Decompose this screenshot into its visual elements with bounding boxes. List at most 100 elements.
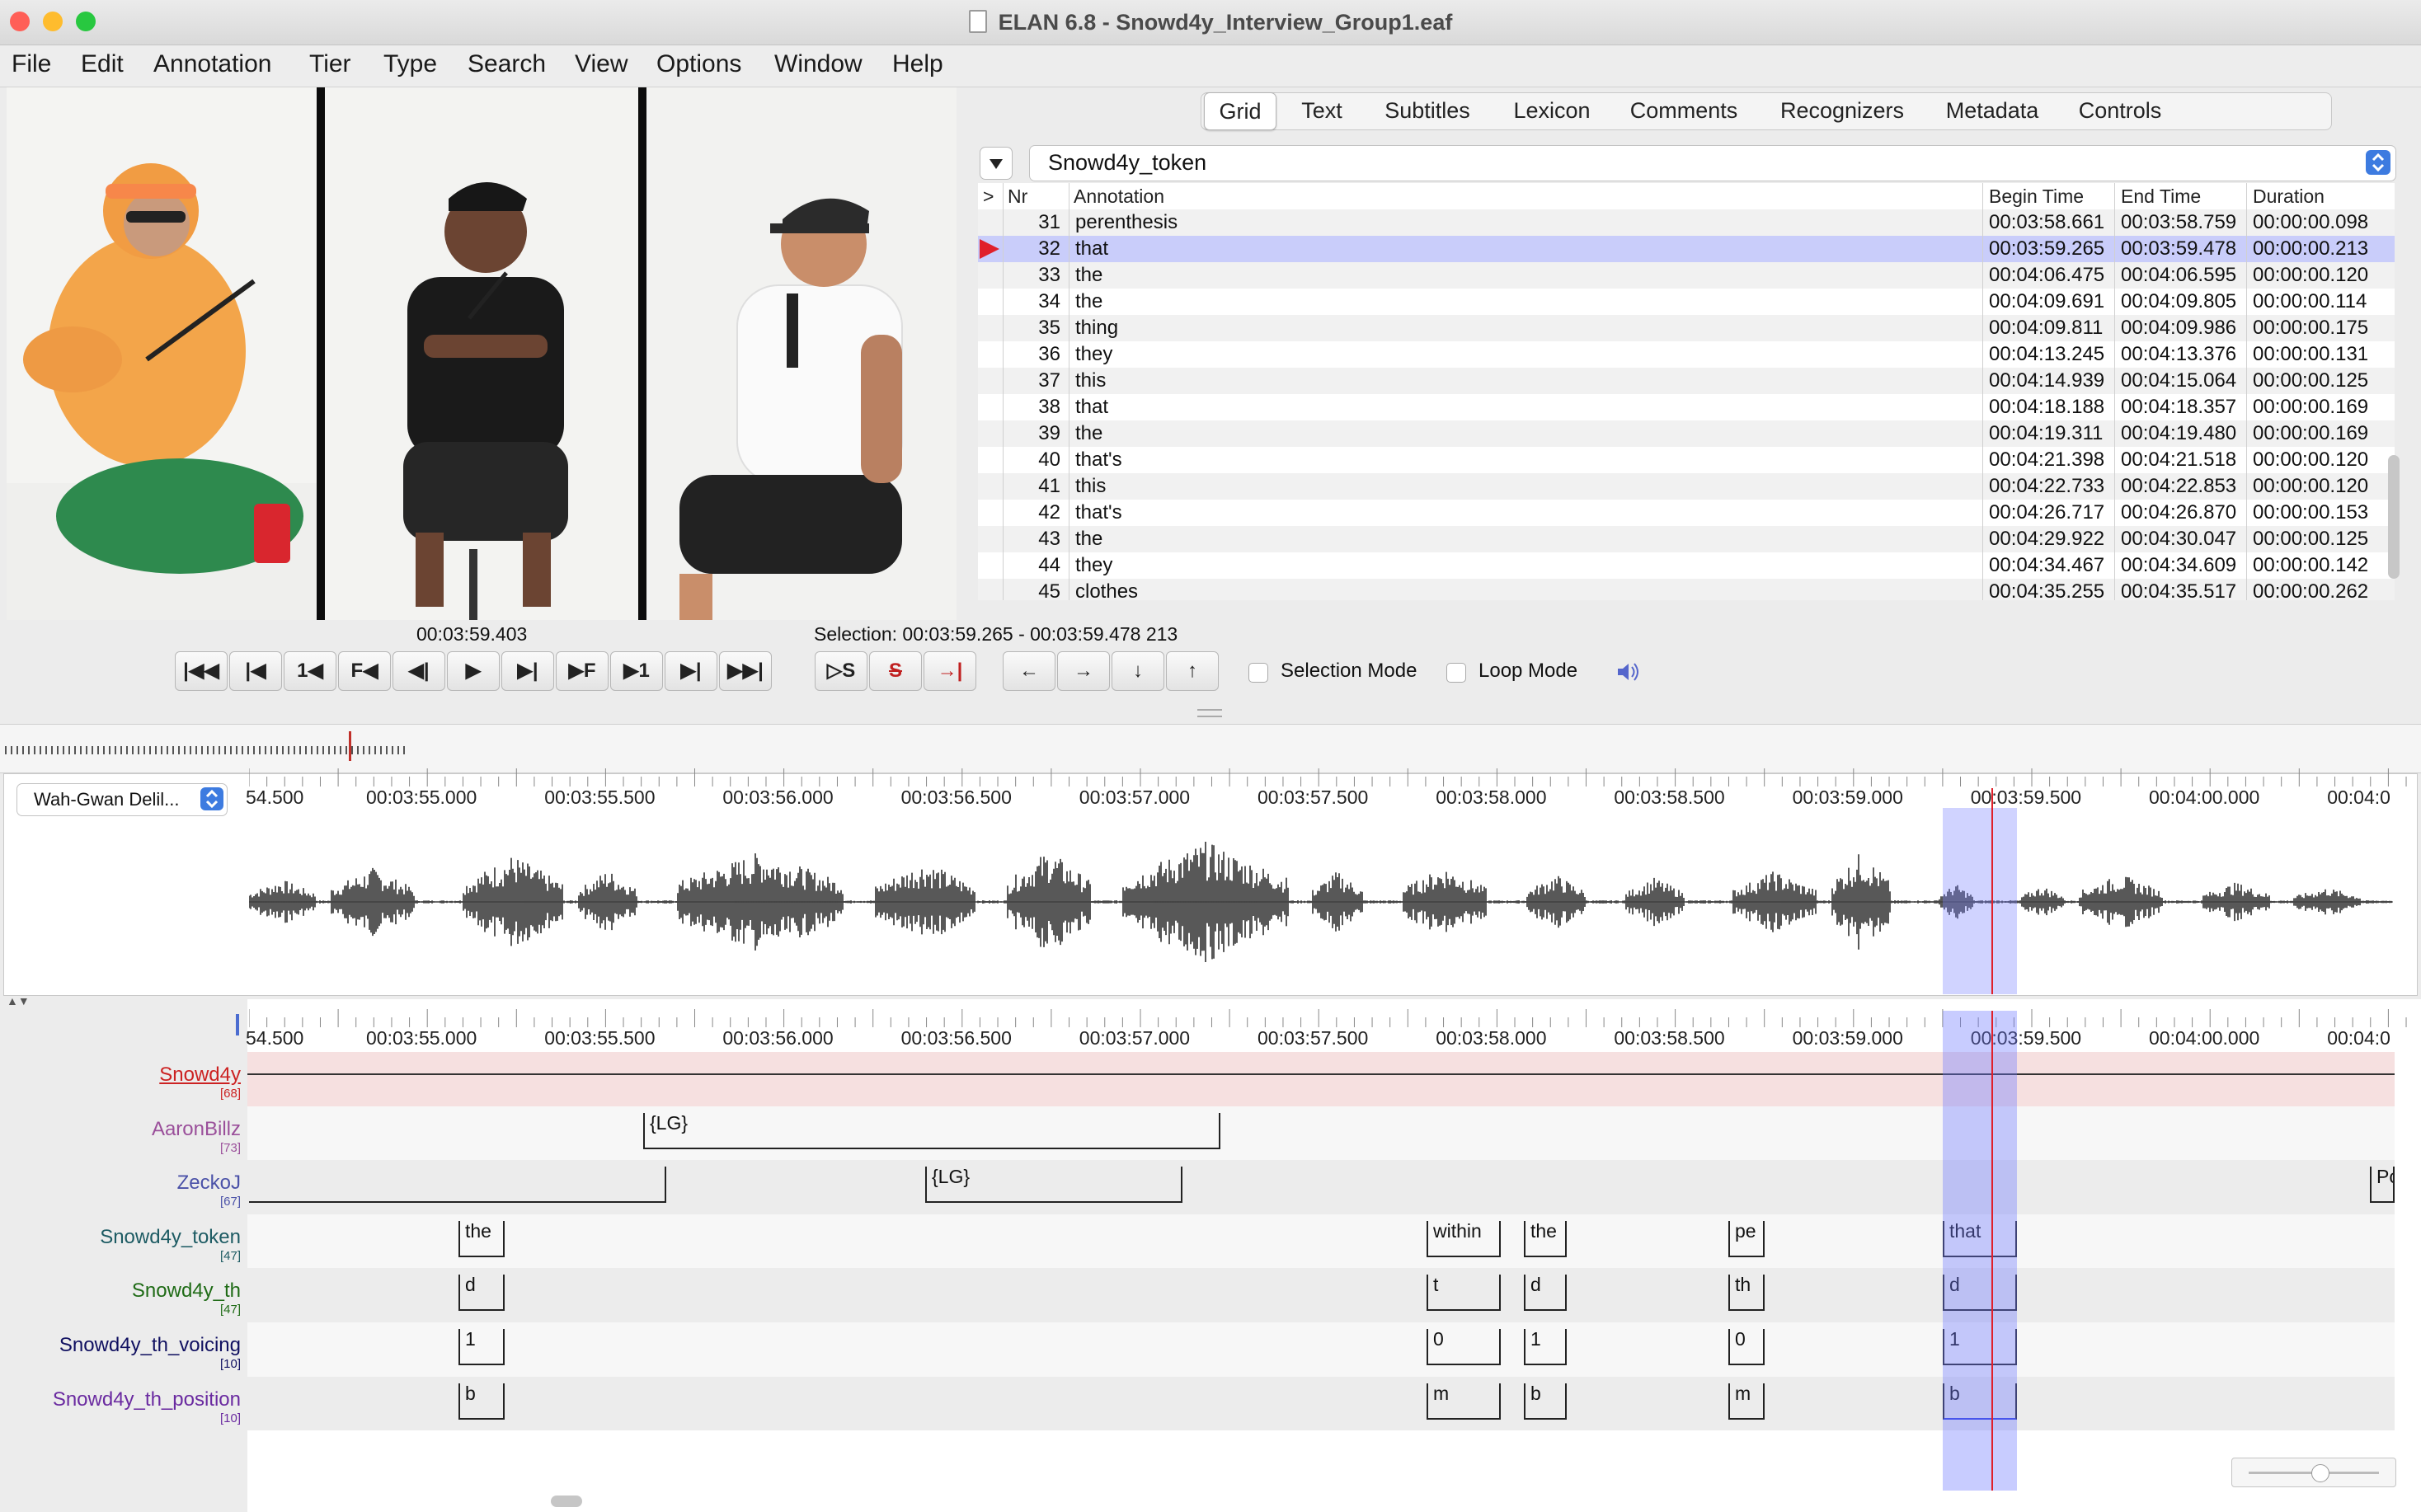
table-row[interactable]: 38 that 00:04:18.188 00:04:18.357 00:00:00.1…	[978, 394, 2395, 420]
tab-text[interactable]: Text	[1283, 92, 1361, 129]
tier-up-button[interactable]: ↑	[1166, 651, 1219, 691]
tab-comments[interactable]: Comments	[1616, 92, 1751, 129]
video-viewer[interactable]	[7, 87, 957, 620]
column-header-marker[interactable]: >	[983, 183, 994, 209]
table-row[interactable]: 33 the 00:04:06.475 00:04:06.595 00:00:00.12…	[978, 262, 2395, 289]
tier-name-label[interactable]: Snowd4y_token	[100, 1226, 241, 1249]
column-header-annotation[interactable]: Annotation	[1074, 183, 1164, 209]
annotation-block[interactable]: the	[458, 1220, 505, 1257]
annotation-block[interactable]: 0	[1728, 1329, 1765, 1365]
zoom-slider-knob[interactable]	[2311, 1464, 2329, 1482]
column-header-duration[interactable]: Duration	[2253, 183, 2325, 209]
menu-file[interactable]: File	[12, 50, 51, 78]
tier-row[interactable]	[247, 1214, 2395, 1269]
annotation-block[interactable]	[249, 1167, 666, 1204]
play-selection-button[interactable]: ▷S	[815, 651, 867, 691]
selection-mode-checkbox[interactable]	[1248, 663, 1268, 683]
annotation-block[interactable]: {LG}	[925, 1167, 1182, 1204]
annotation-block[interactable]: 1	[458, 1329, 505, 1365]
tier-row[interactable]	[247, 1268, 2395, 1322]
menu-search[interactable]: Search	[468, 50, 546, 78]
grid-options-button[interactable]	[980, 147, 1013, 180]
annotation-block[interactable]: {LG}	[643, 1112, 1220, 1149]
table-row[interactable]: 34 the 00:04:09.691 00:04:09.805 00:00:00.11…	[978, 289, 2395, 315]
tier-name-label[interactable]: ZeckoJ	[177, 1172, 241, 1195]
media-file-select[interactable]: Wah-Gwan Delil...	[16, 783, 228, 816]
go-to-begin-button[interactable]: |◀◀	[175, 651, 228, 691]
annotation-block[interactable]: d	[1524, 1275, 1567, 1312]
volume-icon[interactable]	[1615, 660, 1641, 688]
table-row[interactable]: 42 that's 00:04:26.717 00:04:26.870 00:00:00…	[978, 500, 2395, 526]
annotation-block[interactable]: 1	[1524, 1329, 1567, 1365]
tab-subtitles[interactable]: Subtitles	[1367, 92, 1488, 129]
timeline-horizontal-scrollbar-thumb[interactable]	[551, 1496, 582, 1507]
table-row[interactable]: 36 they 00:04:13.245 00:04:13.376 00:00:00.1…	[978, 341, 2395, 368]
grid-tier-select[interactable]: Snowd4y_token	[1029, 145, 2396, 181]
menu-view[interactable]: View	[575, 50, 628, 78]
column-header-nr[interactable]: Nr	[1008, 183, 1027, 209]
tier-name-label[interactable]: Snowd4y_th	[132, 1280, 241, 1303]
tab-controls[interactable]: Controls	[2058, 92, 2182, 129]
tab-metadata[interactable]: Metadata	[1933, 92, 2052, 129]
tier-down-button[interactable]: ↓	[1112, 651, 1164, 691]
previous-scrollview-button[interactable]: |◀	[229, 651, 282, 691]
table-row[interactable]: 31 perenthesis 00:03:58.661 00:03:58.759 00:…	[978, 209, 2395, 236]
column-header-begin-time[interactable]: Begin Time	[1989, 183, 2084, 209]
menu-window[interactable]: Window	[774, 50, 863, 78]
table-row[interactable]: 37 this 00:04:14.939 00:04:15.064 00:00:00.1…	[978, 368, 2395, 394]
table-row[interactable]: 40 that's 00:04:21.398 00:04:21.518 00:00:00…	[978, 447, 2395, 473]
loop-mode-checkbox[interactable]	[1446, 663, 1466, 683]
grid-scrollbar-thumb[interactable]	[2388, 455, 2400, 579]
annotation-block[interactable]: b	[458, 1383, 505, 1420]
table-row[interactable]: 45 clothes 00:04:35.255 00:04:35.517 00:00:0…	[978, 579, 2395, 600]
go-to-end-button[interactable]: ▶▶|	[719, 651, 772, 691]
menu-annotation[interactable]: Annotation	[153, 50, 271, 78]
column-header-end-time[interactable]: End Time	[2121, 183, 2201, 209]
annotation-block[interactable]: Pc	[2370, 1167, 2395, 1204]
tab-lexicon[interactable]: Lexicon	[1494, 92, 1610, 129]
tab-recognizers[interactable]: Recognizers	[1760, 92, 1925, 129]
annotation-block[interactable]: b	[1524, 1383, 1567, 1420]
table-row[interactable]: 39 the 00:04:19.311 00:04:19.480 00:00:00.16…	[978, 420, 2395, 447]
annotation-block[interactable]: m	[1728, 1383, 1765, 1420]
timeline-zoom-slider[interactable]	[2231, 1458, 2396, 1487]
tier-name-label[interactable]: AaronBillz	[152, 1118, 241, 1141]
table-row[interactable]: 44 they 00:04:34.467 00:04:34.609 00:00:00.1…	[978, 552, 2395, 579]
previous-frame-button[interactable]: F◀	[338, 651, 391, 691]
tier-row[interactable]	[247, 1052, 2395, 1106]
tier-name-label[interactable]: Snowd4y	[159, 1064, 241, 1087]
annotation-block[interactable]: pe	[1728, 1220, 1765, 1257]
menu-edit[interactable]: Edit	[81, 50, 124, 78]
next-scrollview-button[interactable]: ▶|	[665, 651, 717, 691]
menu-tier[interactable]: Tier	[309, 50, 351, 78]
tier-row[interactable]	[247, 1322, 2395, 1377]
annotation-block[interactable]: within	[1427, 1220, 1501, 1257]
table-row[interactable]: 43 the 00:04:29.922 00:04:30.047 00:00:00.12…	[978, 526, 2395, 552]
next-second-button[interactable]: ▶1	[610, 651, 663, 691]
table-row[interactable]: 41 this 00:04:22.733 00:04:22.853 00:00:00.1…	[978, 473, 2395, 500]
next-pixel-button[interactable]: ▶|	[501, 651, 554, 691]
previous-pixel-button[interactable]: ◀|	[393, 651, 445, 691]
tier-name-label[interactable]: Snowd4y_th_voicing	[59, 1334, 241, 1357]
tier-row[interactable]	[247, 1376, 2395, 1431]
menu-help[interactable]: Help	[892, 50, 943, 78]
tier-row[interactable]	[247, 1106, 2395, 1161]
collapse-arrows-icon[interactable]: ▲▼	[7, 994, 30, 1007]
clear-selection-button[interactable]: S	[869, 651, 922, 691]
annotation-block[interactable]: t	[1427, 1275, 1501, 1312]
annotation-block[interactable]: th	[1728, 1275, 1765, 1312]
menu-type[interactable]: Type	[383, 50, 437, 78]
table-row[interactable]: 32 that 00:03:59.265 00:03:59.478 00:00:00.2…	[978, 236, 2395, 262]
selection-boundary-button[interactable]: →|	[924, 651, 976, 691]
overview-cursor[interactable]	[349, 731, 351, 761]
annotation-block[interactable]: m	[1427, 1383, 1501, 1420]
next-frame-button[interactable]: ▶F	[556, 651, 609, 691]
tab-grid[interactable]: Grid	[1204, 92, 1276, 130]
previous-second-button[interactable]: 1◀	[284, 651, 336, 691]
menu-options[interactable]: Options	[656, 50, 741, 78]
tier-name-label[interactable]: Snowd4y_th_position	[53, 1388, 241, 1411]
annotation-block[interactable]: d	[458, 1275, 505, 1312]
annotation-block[interactable]: 0	[1427, 1329, 1501, 1365]
previous-annotation-button[interactable]: ←	[1003, 651, 1055, 691]
table-row[interactable]: 35 thing 00:04:09.811 00:04:09.986 00:00:00.…	[978, 315, 2395, 341]
